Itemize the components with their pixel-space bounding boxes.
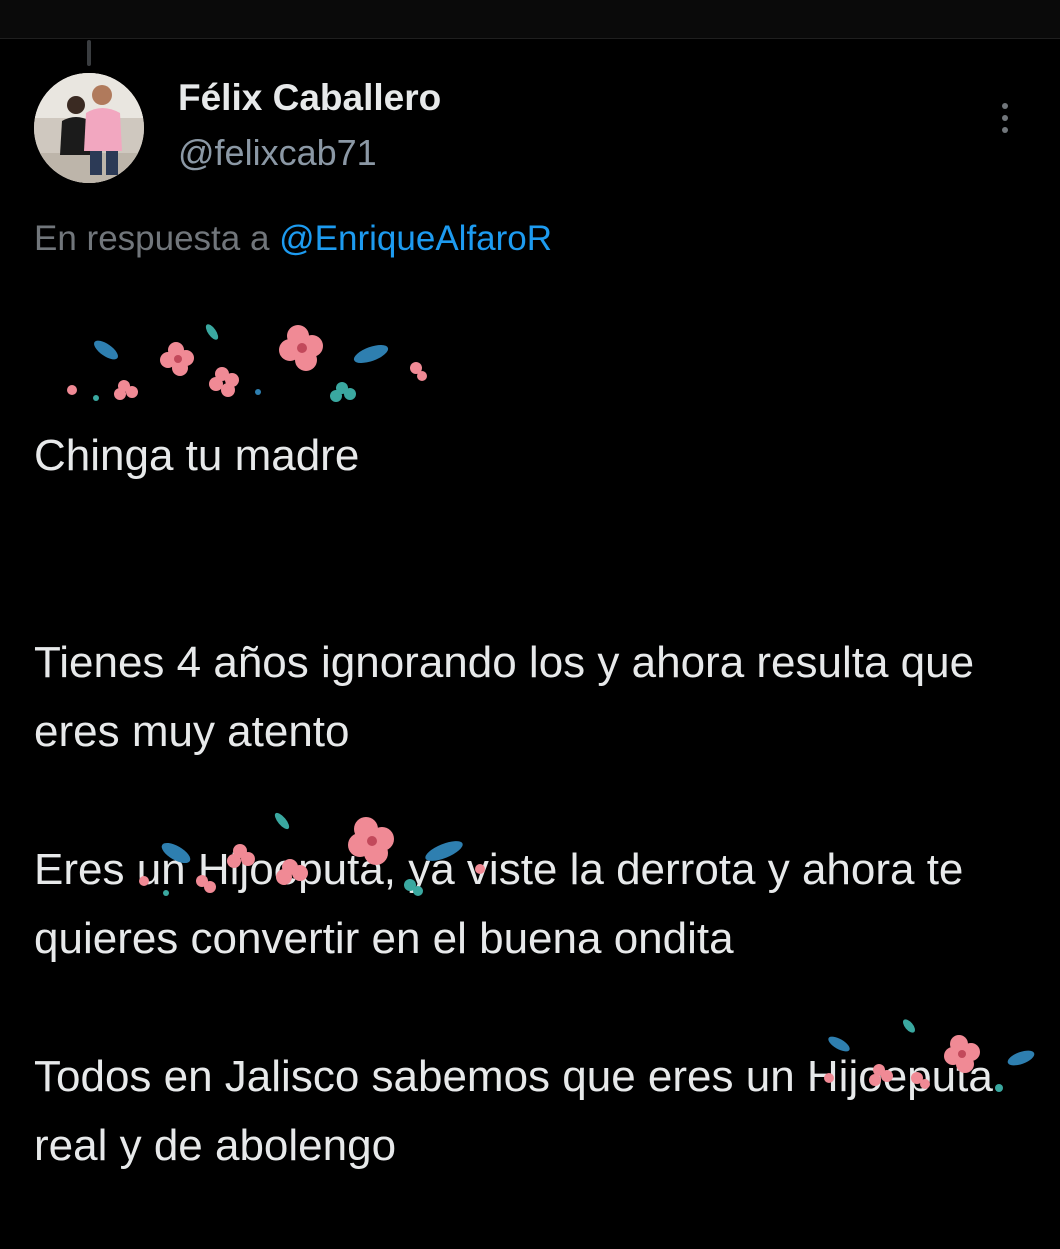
top-bar — [0, 0, 1060, 39]
censored-text: Chinga tu madre — [34, 431, 360, 480]
censored-phrase: Eres un Hijoeputa, — [34, 812, 485, 904]
tweet-text: Chinga tu madre Tienes 4 años ignorando … — [34, 283, 1035, 1249]
tweet-paragraph: Eres un Hijoeputa, ya viste la derrota y… — [34, 812, 1034, 973]
author-handle[interactable]: @felixcab71 — [178, 132, 377, 174]
thread-connector-line — [87, 40, 91, 66]
more-vertical-icon-dot — [1002, 127, 1008, 133]
reply-context-prefix: En respuesta a — [34, 219, 280, 258]
censored-text: Eres un Hijoeputa, — [34, 845, 396, 894]
more-options-button[interactable] — [990, 96, 1020, 140]
avatar[interactable] — [34, 73, 144, 183]
avatar-photo — [34, 73, 144, 183]
tweet-paragraph: Tienes 4 años ignorando los y ahora resu… — [34, 638, 975, 756]
censored-phrase: Chinga tu madre — [34, 324, 427, 559]
censored-text: Hijoeputa — [806, 1052, 993, 1101]
reply-context: En respuesta a @EnriqueAlfaroR — [34, 219, 552, 259]
author-display-name[interactable]: Félix Caballero — [178, 77, 441, 119]
tweet-paragraph-lead: Todos en Jalisco sabemos que eres un — [34, 1052, 807, 1101]
flower-sticker-icon — [67, 324, 427, 402]
more-vertical-icon — [1002, 103, 1008, 109]
more-vertical-icon-dot — [1002, 115, 1008, 121]
tweet-paragraph: Todos en Jalisco sabemos que eres un Hij… — [34, 1019, 1035, 1180]
tweet-paragraph: Chinga tu madre — [34, 283, 1034, 559]
censored-phrase: Hijoeputa — [806, 1019, 1035, 1111]
reply-mention-link[interactable]: @EnriqueAlfaroR — [279, 219, 552, 258]
tweet-paragraph-rest: real y de abolengo — [34, 1121, 397, 1170]
